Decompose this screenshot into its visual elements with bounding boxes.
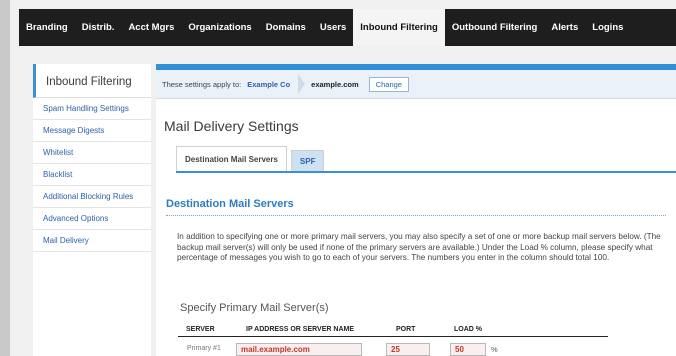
load-input[interactable]: 50: [450, 343, 486, 356]
section-title: Destination Mail Servers: [166, 198, 294, 210]
sidebar-title: Inbound Filtering: [33, 64, 151, 98]
scope-prefix: These settings apply to:: [162, 79, 242, 89]
tab-spf[interactable]: SPF: [290, 150, 325, 172]
nav-logins[interactable]: Logins: [585, 9, 630, 46]
sidebar-item-mail-delivery[interactable]: Mail Delivery: [33, 230, 151, 252]
tab-underline: [176, 171, 676, 173]
header-load: LOAD %: [454, 326, 482, 333]
change-button[interactable]: Change: [368, 76, 409, 92]
port-input[interactable]: 25: [386, 343, 430, 356]
sidebar-item-whitelist[interactable]: Whitelist: [33, 142, 151, 164]
sidebar-item-additional-blocking[interactable]: Additional Blocking Rules: [33, 186, 151, 208]
window-left-edge: [0, 0, 10, 356]
section-divider: [166, 215, 666, 216]
nav-inbound-filtering[interactable]: Inbound Filtering: [353, 9, 445, 46]
nav-domains[interactable]: Domains: [259, 9, 313, 46]
main-panel: These settings apply to: Example Co exam…: [156, 64, 676, 356]
breadcrumb-separator: [298, 74, 306, 94]
server-address-input[interactable]: mail.example.com: [236, 343, 362, 356]
app-window: Branding Distrib. Acct Mgrs Organization…: [10, 0, 676, 356]
nav-inbound-filtering-label: Inbound Filtering: [360, 22, 438, 33]
nav-acct-mgrs[interactable]: Acct Mgrs: [121, 9, 181, 46]
page-title: Mail Delivery Settings: [164, 118, 299, 134]
sidebar-item-spam-handling[interactable]: Spam Handling Settings: [33, 98, 151, 120]
nav-branding[interactable]: Branding: [19, 9, 75, 46]
sidebar: Inbound Filtering Spam Handling Settings…: [33, 64, 151, 356]
sidebar-item-message-digests[interactable]: Message Digests: [33, 120, 151, 142]
top-navigation: Branding Distrib. Acct Mgrs Organization…: [19, 9, 676, 46]
nav-outbound-filtering[interactable]: Outbound Filtering: [445, 9, 544, 46]
nav-alerts[interactable]: Alerts: [544, 9, 585, 46]
scope-bar: These settings apply to: Example Co exam…: [156, 70, 676, 99]
tab-destination-mail-servers[interactable]: Destination Mail Servers: [176, 146, 287, 172]
servers-table-header: SERVER IP ADDRESS OR SERVER NAME PORT LO…: [178, 324, 608, 337]
header-port: PORT: [396, 326, 416, 333]
scope-domain: example.com: [311, 79, 359, 89]
sidebar-item-blacklist[interactable]: Blacklist: [33, 164, 151, 186]
settings-tabs: Destination Mail Servers SPF: [176, 146, 325, 172]
header-server: SERVER: [186, 326, 215, 333]
primary-servers-title: Specify Primary Mail Server(s): [180, 302, 329, 314]
sidebar-item-advanced-options[interactable]: Advanced Options: [33, 208, 151, 230]
section-description: In addition to specifying one or more pr…: [177, 232, 661, 262]
nav-users[interactable]: Users: [313, 9, 353, 46]
scope-org-link[interactable]: Example Co: [247, 80, 290, 89]
row-label-primary-1: Primary #1: [187, 345, 221, 352]
header-address: IP ADDRESS OR SERVER NAME: [246, 326, 355, 333]
nav-organizations[interactable]: Organizations: [181, 9, 258, 46]
nav-distrib[interactable]: Distrib.: [75, 9, 122, 46]
load-unit: %: [491, 345, 498, 354]
